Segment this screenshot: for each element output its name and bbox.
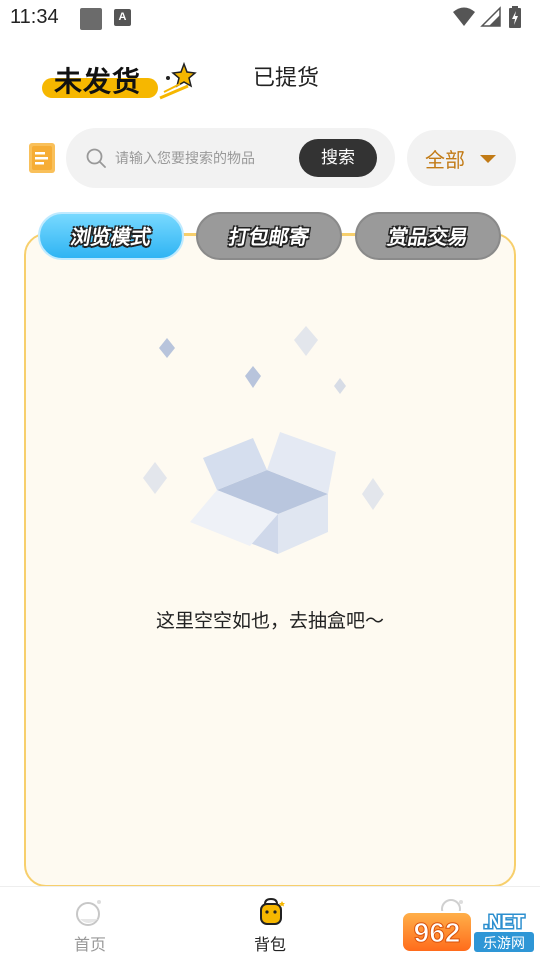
tab-delivered[interactable]: 已提货: [253, 60, 319, 92]
status-bar: 11:34 A: [0, 0, 540, 36]
tab-undelivered-label: 未发货: [54, 65, 142, 98]
svg-text:962: 962: [414, 917, 461, 948]
diamond-icon: [245, 366, 261, 388]
mode-tab-browse[interactable]: 浏览模式: [38, 212, 184, 260]
app-root: 11:34 A 未发货 已提货 请输入您要搜索的物品 搜索 全部 浏览模式 打包…: [0, 0, 540, 960]
mode-tab-ship[interactable]: 打包邮寄: [196, 212, 342, 260]
empty-state-message: 这里空空如也，去抽盒吧～: [155, 610, 384, 632]
a-notification-icon: A: [114, 9, 131, 26]
search-icon: [86, 148, 106, 168]
diamond-icon: [143, 462, 167, 494]
diamond-icon: [334, 378, 346, 394]
nav-home[interactable]: 首页: [30, 887, 150, 960]
mode-tab-trade[interactable]: 赏品交易: [355, 212, 501, 260]
battery-icon: [509, 6, 521, 28]
tab-undelivered[interactable]: 未发货: [40, 58, 200, 108]
svg-text:.NET: .NET: [483, 912, 524, 932]
status-icons: [452, 6, 532, 30]
signal-icon: [480, 6, 501, 27]
notification-icon: [80, 8, 102, 30]
home-icon: [76, 900, 101, 926]
status-time: 11:34: [10, 6, 59, 28]
diamond-icon: [159, 338, 175, 358]
site-watermark-logo: 962 .NET 乐游网: [401, 911, 534, 953]
notes-icon[interactable]: [29, 143, 55, 173]
mode-tab-ship-label: 打包邮寄: [226, 225, 312, 249]
sparkle-icon: [159, 62, 197, 100]
search-box[interactable]: 请输入您要搜索的物品 搜索: [66, 128, 395, 188]
search-button[interactable]: 搜索: [299, 139, 377, 177]
filter-dropdown[interactable]: 全部: [407, 130, 516, 186]
empty-box-illustration: [100, 326, 440, 590]
backpack-icon: [260, 897, 285, 925]
diamond-icon: [294, 326, 318, 356]
search-input[interactable]: 请输入您要搜索的物品: [115, 148, 255, 168]
caret-down-icon: [480, 155, 496, 163]
diamond-icon: [362, 478, 384, 510]
nav-home-label: 首页: [73, 935, 106, 954]
mode-tab-browse-label: 浏览模式: [68, 225, 154, 249]
svg-text:乐游网: 乐游网: [483, 936, 525, 952]
nav-backpack-label: 背包: [253, 935, 286, 954]
filter-label: 全部: [425, 148, 465, 172]
mode-tab-trade-label: 赏品交易: [385, 225, 471, 249]
wifi-icon: [453, 7, 475, 26]
nav-backpack[interactable]: 背包: [210, 887, 330, 960]
